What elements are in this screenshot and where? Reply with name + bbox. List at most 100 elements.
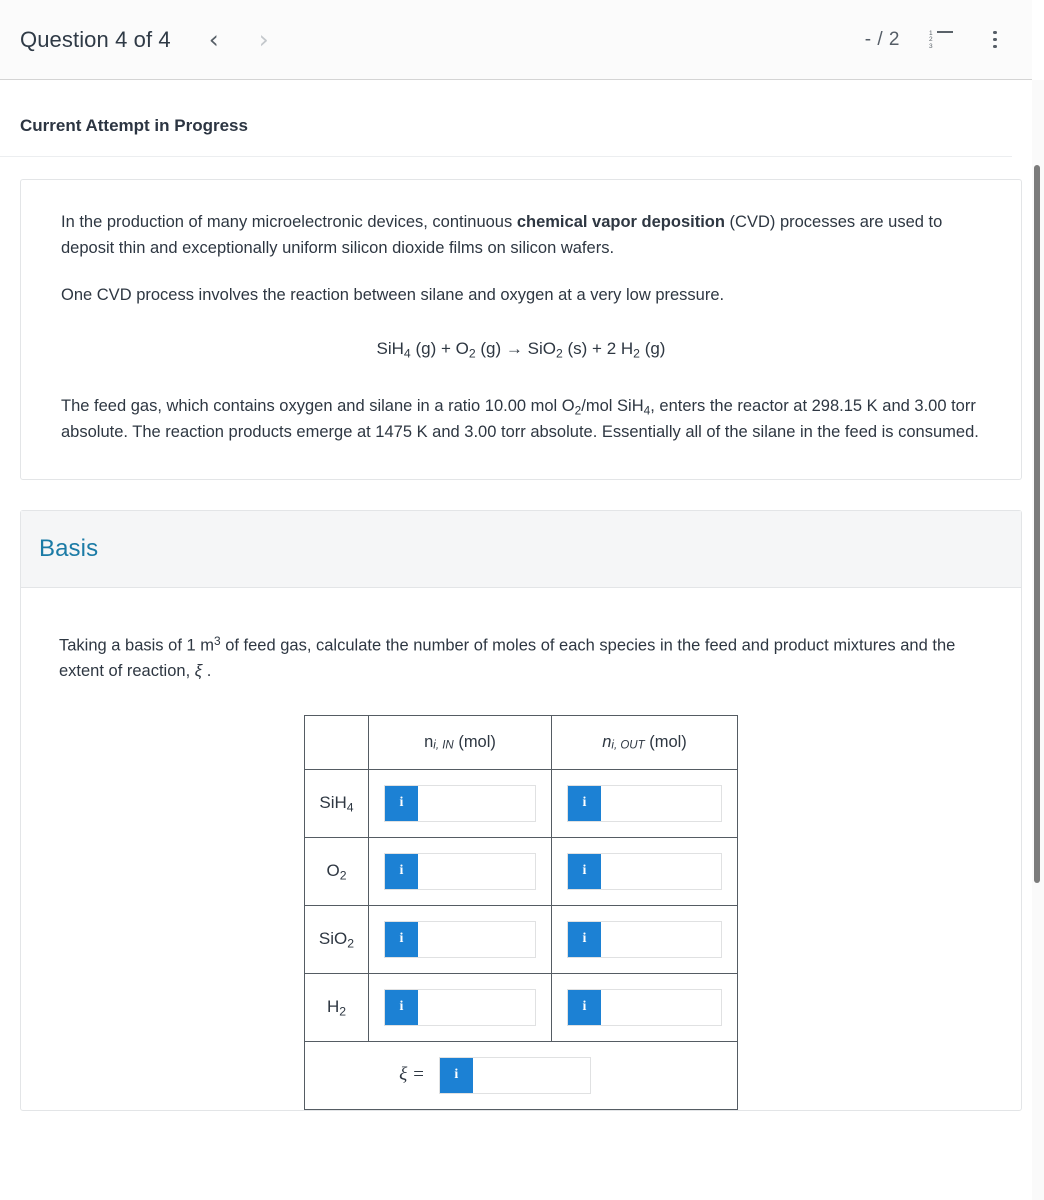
basis-section-header: Basis [21, 511, 1021, 589]
header-n-in-content: ni, IN (mol) [424, 732, 496, 752]
header-in-n: n [424, 732, 434, 751]
species-subscript: 2 [339, 1004, 347, 1019]
para1-part-a: In the production of many microelectroni… [61, 213, 517, 231]
n-in-input[interactable] [418, 921, 535, 957]
info-icon[interactable]: i [385, 785, 418, 821]
question-list-button[interactable]: 1 2 3 [928, 27, 954, 53]
kebab-dot [993, 44, 997, 49]
list-icon-digit: 3 [929, 42, 933, 50]
header-n-out-content: ni, OUT (mol) [602, 732, 687, 752]
next-question-button[interactable]: › [259, 27, 269, 52]
eq-plus-2: + [587, 338, 607, 358]
more-options-button[interactable] [982, 27, 1008, 53]
info-icon[interactable]: i [568, 785, 601, 821]
header-out-n: n [602, 732, 612, 751]
species-cell: O2 [304, 836, 369, 906]
n-out-input[interactable] [601, 989, 721, 1025]
n-out-cell: i [551, 836, 738, 906]
info-icon[interactable]: i [385, 921, 418, 957]
list-icon-line [937, 30, 953, 33]
n-in-cell: i [368, 836, 552, 906]
basis-heading: Basis [39, 535, 99, 563]
n-out-input[interactable] [601, 921, 721, 957]
eq-product-2: H [620, 338, 634, 358]
species-cell: SiO2 [304, 904, 369, 974]
species-name: SiH4 [319, 793, 354, 815]
page-title: Question 4 of 4 [20, 26, 171, 52]
question-page: Current Attempt in Progress In the produ… [0, 80, 1032, 1111]
para1-bold-term: chemical vapor deposition [516, 213, 725, 231]
eq-reactant-1-sub: 4 [403, 346, 411, 361]
eq-plus-1: + [436, 338, 456, 358]
extent-of-reaction-cell: ξ = i [304, 1040, 738, 1110]
eq-reactant-2-sub: 2 [468, 346, 476, 361]
n-out-cell: i [551, 972, 738, 1042]
n-out-cell: i [551, 904, 738, 974]
previous-question-button[interactable]: ‹ [209, 27, 219, 52]
basis-section-body: Taking a basis of 1 m3 of feed gas, calc… [21, 588, 1021, 1110]
eq-arrow-icon: → [501, 338, 528, 358]
table-row: H2 i i [304, 972, 738, 1042]
extent-of-reaction-group: ξ = i [399, 1056, 591, 1094]
table-row: SiO2 i i [304, 904, 738, 974]
n-in-field-group: i [384, 852, 536, 890]
n-out-input[interactable] [601, 853, 721, 889]
attempt-status-bar: Current Attempt in Progress [0, 80, 1012, 157]
info-icon[interactable]: i [568, 989, 601, 1025]
n-in-field-group: i [384, 784, 536, 822]
para3-part-a: The feed gas, which contains oxygen and … [61, 397, 575, 416]
n-in-cell: i [368, 972, 552, 1042]
eq-reactant-2: O [455, 338, 469, 358]
n-in-field-group: i [384, 920, 536, 958]
instruction-part-a: Taking a basis of 1 m [59, 636, 214, 655]
species-name: O2 [326, 861, 347, 883]
eq-product-2-coeff: 2 [606, 338, 621, 358]
para3-part-b: /mol SiH [581, 397, 644, 416]
info-icon[interactable]: i [439, 1057, 473, 1093]
table-header-row: ni, IN (mol) ni, OUT (mol) [304, 714, 738, 770]
vertical-scrollbar-track[interactable] [1032, 80, 1044, 1200]
species-name: SiO2 [319, 929, 355, 951]
n-in-input[interactable] [418, 989, 535, 1025]
n-out-cell: i [551, 768, 738, 838]
kebab-dot [993, 30, 997, 35]
species-subscript: 2 [339, 868, 347, 883]
numbered-list-icon: 1 2 3 [929, 30, 953, 50]
n-in-field-group: i [384, 988, 536, 1026]
species-cell: H2 [304, 972, 369, 1042]
info-icon[interactable]: i [568, 853, 601, 889]
table-header-n-in: ni, IN (mol) [368, 714, 552, 770]
header-in-sub: i, IN [433, 739, 454, 752]
n-out-field-group: i [567, 988, 722, 1026]
answer-table-body: SiH4 i i O2 i i SiO2 i i H2 i i ξ = i [304, 768, 738, 1110]
n-in-input[interactable] [418, 853, 535, 889]
vertical-scrollbar-thumb[interactable] [1034, 165, 1040, 883]
extent-of-reaction-row: ξ = i [304, 1040, 738, 1110]
n-out-field-group: i [567, 852, 722, 890]
table-row: SiH4 i i [304, 768, 738, 838]
xi-label: ξ = [399, 1064, 425, 1086]
header-out-unit: (mol) [644, 732, 687, 751]
species-subscript: 2 [347, 936, 355, 951]
n-out-field-group: i [567, 784, 722, 822]
n-out-input[interactable] [601, 785, 721, 821]
info-icon[interactable]: i [385, 989, 418, 1025]
eq-reactant-2-state: (g) [475, 338, 502, 358]
eq-reactant-1-state: (g) [410, 338, 437, 358]
kebab-dot [993, 37, 997, 42]
question-paragraph-3: The feed gas, which contains oxygen and … [61, 394, 981, 445]
xi-input[interactable] [472, 1057, 590, 1093]
instruction-superscript: 3 [214, 634, 221, 649]
question-toolbar: Question 4 of 4 ‹ › - / 2 1 2 3 [0, 0, 1032, 80]
species-subscript: 4 [346, 800, 354, 815]
species-cell: SiH4 [304, 768, 369, 838]
header-in-unit: (mol) [453, 732, 496, 751]
n-in-input[interactable] [418, 785, 535, 821]
species-formula: H [326, 996, 340, 1016]
n-in-cell: i [368, 768, 552, 838]
table-header-n-out: ni, OUT (mol) [551, 714, 738, 770]
info-icon[interactable]: i [385, 853, 418, 889]
eq-product-2-state: (g) [639, 338, 666, 358]
info-icon[interactable]: i [568, 921, 601, 957]
n-out-field-group: i [567, 920, 722, 958]
